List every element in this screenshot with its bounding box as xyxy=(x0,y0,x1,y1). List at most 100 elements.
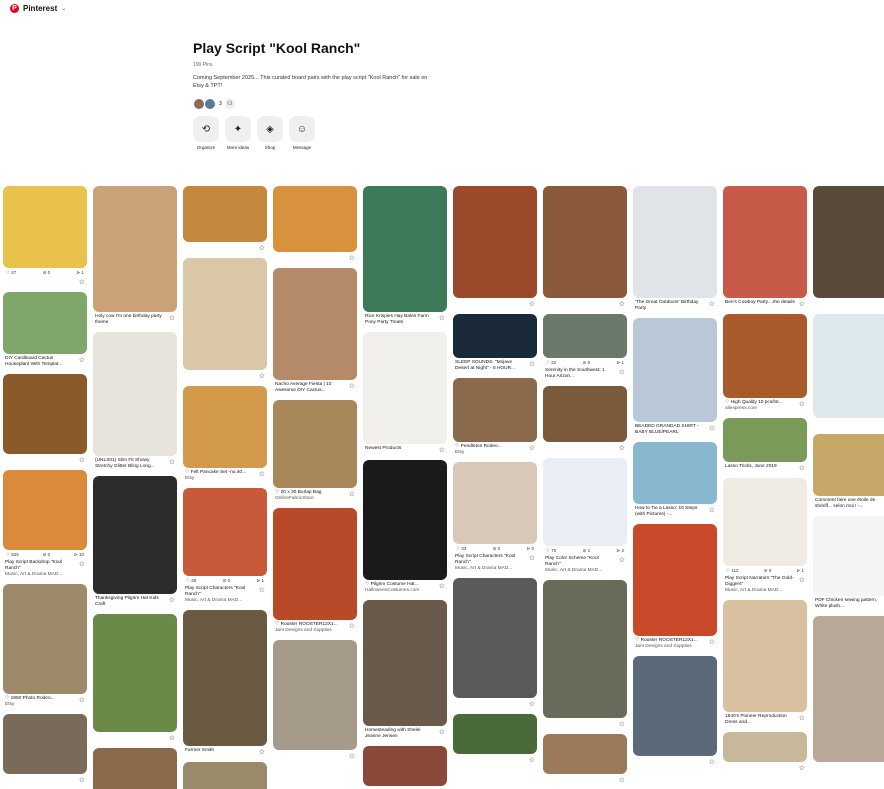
pin-title[interactable]: ♡ Pilgrim Costume Hat... HalloweenCostume… xyxy=(365,582,435,594)
pin-card[interactable]: ☆ xyxy=(453,714,537,764)
message-icon[interactable]: ☺ xyxy=(289,116,315,142)
star-icon[interactable]: ☆ xyxy=(439,728,445,736)
star-icon[interactable]: ☆ xyxy=(169,458,175,466)
pin-image[interactable] xyxy=(363,460,447,580)
pin-image[interactable] xyxy=(183,488,267,576)
pin-image[interactable] xyxy=(183,186,267,242)
pin-card[interactable]: ☆ xyxy=(543,580,627,728)
pin-image[interactable] xyxy=(633,318,717,422)
pin-card[interactable]: BEADED GRANDAD SHIRT - BABY BLUE/PEARL ☆ xyxy=(633,318,717,436)
pin-image[interactable] xyxy=(3,186,87,268)
pin-card[interactable]: ♡ 29 ⊘ 0 ⊳ 1 Play Script Characters "Kool R… xyxy=(183,488,267,604)
star-icon[interactable]: ☆ xyxy=(79,696,85,704)
star-icon[interactable]: ☆ xyxy=(799,464,805,472)
pin-image[interactable] xyxy=(93,332,177,456)
star-icon[interactable]: ☆ xyxy=(619,300,625,308)
app-name[interactable]: Pinterest xyxy=(23,4,57,13)
pin-card[interactable]: Thanksgiving Pilgrim Hat Kids Craft ☆ xyxy=(93,476,177,608)
star-icon[interactable]: ☆ xyxy=(439,582,445,590)
pin-title[interactable]: 'The Great Outdoors' Birthday Party xyxy=(635,300,705,312)
pin-card[interactable]: ♡ High Quality 10 pcs/lot... aliexpress.c… xyxy=(723,314,807,412)
pin-card[interactable]: ♡ 47 ⊘ 0 ⊳ 1 ☆ xyxy=(3,186,87,286)
star-icon[interactable]: ☆ xyxy=(799,400,805,408)
pin-card[interactable]: ♡ 112 ⊘ 0 ⊳ 1 Play Script Narrators "The Go… xyxy=(723,478,807,594)
pin-card[interactable]: ☆ xyxy=(723,732,807,772)
pin-image[interactable] xyxy=(543,186,627,298)
star-icon[interactable]: ☆ xyxy=(349,622,355,630)
pin-image[interactable] xyxy=(273,640,357,750)
pin-title[interactable]: ♡ 1950 Photo Rodeo... Etsy xyxy=(5,696,75,708)
pin-card[interactable]: ☆ xyxy=(543,186,627,308)
organize-icon[interactable]: ⟲ xyxy=(193,116,219,142)
star-icon[interactable]: ☆ xyxy=(529,756,535,764)
pin-image[interactable] xyxy=(93,614,177,732)
pin-image[interactable] xyxy=(813,186,884,298)
pin-image[interactable] xyxy=(633,524,717,636)
pin-title[interactable]: Rice Krispies Hay Bales Farm Pony Party … xyxy=(365,314,435,326)
pin-card[interactable]: ☆ xyxy=(273,186,357,262)
pin-image[interactable] xyxy=(543,734,627,774)
pin-title[interactable]: Lasso Tricks, June 2019 xyxy=(725,464,795,470)
pin-title[interactable]: ♡ 20 x 30 Burlap Bag OnlineFabricStore xyxy=(275,490,345,502)
pin-card[interactable]: Ben's Cowboy Party....the details ☆ xyxy=(723,186,807,308)
pin-image[interactable] xyxy=(183,258,267,370)
collaborators[interactable]: 3 ⚇ xyxy=(193,98,493,110)
avatar[interactable] xyxy=(204,98,216,110)
shop-icon[interactable]: ◈ xyxy=(257,116,283,142)
pin-title[interactable]: ♡ High Quality 10 pcs/lot... aliexpress.c… xyxy=(725,400,795,412)
star-icon[interactable]: ☆ xyxy=(259,748,265,756)
pin-card[interactable]: ♡ Pendleton Rodeo... Etsy ☆ xyxy=(453,378,537,456)
star-icon[interactable]: ☆ xyxy=(619,368,625,376)
star-icon[interactable]: ☆ xyxy=(349,752,355,760)
pin-image[interactable] xyxy=(453,462,537,544)
pin-card[interactable]: ☆ xyxy=(543,734,627,784)
pin-image[interactable] xyxy=(93,186,177,312)
pin-image[interactable] xyxy=(723,600,807,712)
pin-image[interactable] xyxy=(453,314,537,358)
star-icon[interactable]: ☆ xyxy=(619,776,625,784)
star-icon[interactable]: ☆ xyxy=(259,372,265,380)
pin-card[interactable]: DIY Cardboard Cactus Houseplant With Tem… xyxy=(3,292,87,368)
pin-card[interactable]: ☆ xyxy=(813,314,884,428)
pin-title[interactable]: How to Tie a Lasso: 10 Steps (with Pictu… xyxy=(635,506,705,518)
pin-image[interactable] xyxy=(3,374,87,454)
star-icon[interactable]: ☆ xyxy=(799,300,805,308)
pin-card[interactable]: ☆ xyxy=(543,386,627,452)
pin-image[interactable] xyxy=(723,478,807,566)
pin-card[interactable]: ♡ Rooster ROOSTER12X1... Jam Designs and … xyxy=(273,508,357,634)
star-icon[interactable]: ☆ xyxy=(349,254,355,262)
star-icon[interactable]: ☆ xyxy=(79,776,85,784)
pin-title[interactable]: BEADED GRANDAD SHIRT - BABY BLUE/PEARL xyxy=(635,424,705,436)
pin-card[interactable]: ♡ 70 ⊘ 1 ⊳ 2 Play Color Scheme "Kool Ranch"… xyxy=(543,458,627,574)
pin-title[interactable]: Play Color Scheme "Kool Ranch" Music, Art… xyxy=(545,556,615,574)
pin-title[interactable]: ♡ Rooster ROOSTER12X1... Jam Designs and … xyxy=(635,638,705,650)
star-icon[interactable]: ☆ xyxy=(799,764,805,772)
pin-title[interactable]: Play Script Narrators "The Gold-Diggers"… xyxy=(725,576,795,594)
pin-card[interactable]: Farmer Smith ☆ xyxy=(183,610,267,756)
star-icon[interactable]: ☆ xyxy=(259,470,265,478)
star-icon[interactable]: ☆ xyxy=(529,554,535,562)
star-icon[interactable]: ☆ xyxy=(709,424,715,432)
pin-image[interactable] xyxy=(813,434,884,496)
pin-title[interactable]: (UNLS01) Slim Fit Showy Stretchy Glitter… xyxy=(95,458,165,470)
pin-card[interactable]: Rice Krispies Hay Bales Farm Pony Party … xyxy=(363,186,447,326)
star-icon[interactable]: ☆ xyxy=(349,490,355,498)
pin-title[interactable]: PDF Chicken sewing pattern, White plush.… xyxy=(815,598,884,610)
pin-image[interactable] xyxy=(363,746,447,786)
pin-image[interactable] xyxy=(93,748,177,789)
pin-card[interactable]: SLEEP SOUNDS: "Mojave Desert at Night" -… xyxy=(453,314,537,372)
pin-card[interactable]: How to Tie a Lasso: 10 Steps (with Pictu… xyxy=(633,442,717,518)
pin-card[interactable]: PDF Chicken sewing pattern, White plush.… xyxy=(813,516,884,610)
action-message[interactable]: ☺ Message xyxy=(289,116,315,150)
pin-card[interactable]: Lasso Tricks, June 2019 ☆ xyxy=(723,418,807,472)
star-icon[interactable]: ☆ xyxy=(619,556,625,564)
pin-title[interactable]: SLEEP SOUNDS: "Mojave Desert at Night" -… xyxy=(455,360,525,372)
pin-card[interactable]: ☆ xyxy=(3,714,87,784)
pin-image[interactable] xyxy=(813,314,884,418)
action-organize[interactable]: ⟲ Organize xyxy=(193,116,219,150)
star-icon[interactable]: ☆ xyxy=(799,576,805,584)
pin-title[interactable]: DIY Cardboard Cactus Houseplant With Tem… xyxy=(5,356,75,368)
pin-title[interactable]: ♡ Pendleton Rodeo... Etsy xyxy=(455,444,525,456)
pin-title[interactable]: Ben's Cowboy Party....the details xyxy=(725,300,795,306)
pin-image[interactable] xyxy=(543,580,627,718)
